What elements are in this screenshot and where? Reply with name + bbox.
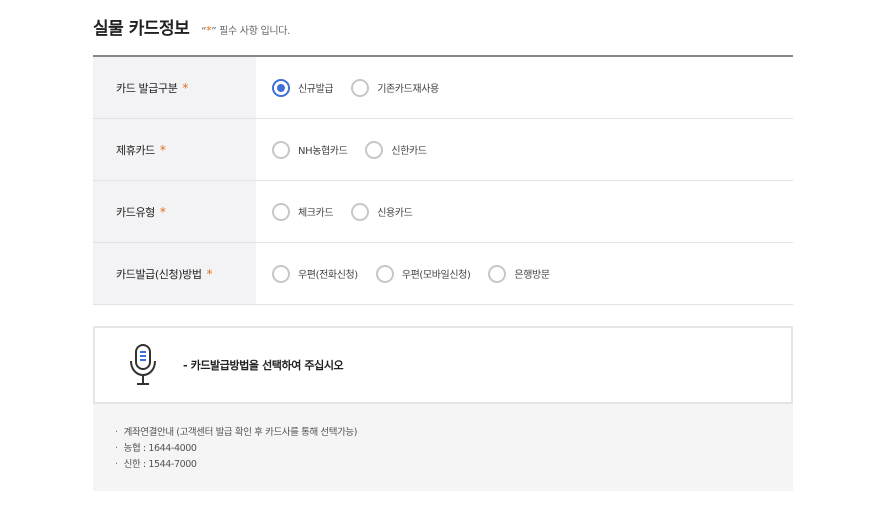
- info-box: 계좌연결안내 (고객센터 발급 확인 후 카드사를 통해 선택가능) 농협 : …: [93, 404, 793, 491]
- radio-button[interactable]: [351, 202, 370, 221]
- radio-group-card-type: 체크카드 신용카드: [256, 181, 430, 242]
- row-label: 카드유형 *: [93, 181, 256, 242]
- row-label: 카드발급(신청)방법 *: [93, 243, 256, 304]
- radio-button[interactable]: [272, 78, 290, 97]
- form-row-card-type: 카드유형 * 체크카드 신용카드: [93, 181, 793, 243]
- radio-option-shinhan-card[interactable]: 신한카드: [365, 140, 427, 159]
- row-label: 제휴카드 *: [93, 119, 256, 180]
- radio-group-issue-method: 우편(전화신청) 우편(모바일신청) 은행방문: [256, 243, 568, 304]
- form-row-issue-method: 카드발급(신청)방법 * 우편(전화신청) 우편(모바일신청) 은행방문: [93, 243, 793, 305]
- radio-option-new-issue[interactable]: 신규발급: [272, 78, 334, 97]
- info-item: 농협 : 1644-4000: [115, 441, 793, 457]
- radio-group-partner-card: NH농협카드 신한카드: [256, 119, 445, 180]
- radio-button[interactable]: [365, 140, 384, 159]
- card-info-form: 카드 발급구분* 신규발급 기존카드재사용 제휴카드* NH농협카드 신한카: [93, 55, 793, 305]
- radio-button[interactable]: [375, 264, 394, 283]
- radio-option-nh-card[interactable]: NH농협카드: [272, 140, 348, 159]
- notice-text: - 카드발급방법을 선택하여 주십시오: [183, 359, 344, 372]
- form-row-partner-card: 제휴카드 * NH농협카드 신한카드: [93, 119, 793, 181]
- info-item: 신한 : 1544-7000: [115, 457, 793, 473]
- section-header: 실물 카드정보 “*” 필수 사항 입니다.: [93, 14, 290, 39]
- radio-button[interactable]: [351, 78, 370, 97]
- row-label: 카드 발급구분 *: [93, 57, 256, 118]
- info-list: 계좌연결안내 (고객센터 발급 확인 후 카드사를 통해 선택가능) 농협 : …: [93, 404, 793, 473]
- form-row-issue-type: 카드 발급구분 * 신규발급 기존카드재사용: [93, 57, 793, 119]
- required-star: *: [159, 142, 166, 157]
- required-star: *: [206, 266, 213, 281]
- required-note: “*” 필수 사항 입니다.: [201, 24, 291, 37]
- page-title: 실물 카드정보: [93, 19, 190, 39]
- radio-option-mail-mobile[interactable]: 우편(모바일신청): [375, 264, 471, 283]
- radio-group-issue-type: 신규발급 기존카드재사용: [256, 57, 457, 118]
- required-star: *: [159, 204, 166, 219]
- radio-button[interactable]: [272, 202, 290, 221]
- radio-option-bank-visit[interactable]: 은행방문: [488, 264, 550, 283]
- info-item: 계좌연결안내 (고객센터 발급 확인 후 카드사를 통해 선택가능): [115, 425, 793, 441]
- radio-option-credit-card[interactable]: 신용카드: [351, 202, 413, 221]
- radio-button[interactable]: [272, 264, 290, 283]
- notice-box: - 카드발급방법을 선택하여 주십시오: [93, 326, 793, 404]
- radio-option-reuse-card[interactable]: 기존카드재사용: [351, 78, 439, 97]
- required-star: *: [182, 80, 189, 95]
- radio-option-mail-phone[interactable]: 우편(전화신청): [272, 264, 358, 283]
- radio-option-check-card[interactable]: 체크카드: [272, 202, 334, 221]
- microphone-icon: [130, 344, 156, 385]
- radio-button[interactable]: [488, 264, 507, 283]
- radio-button[interactable]: [272, 140, 290, 159]
